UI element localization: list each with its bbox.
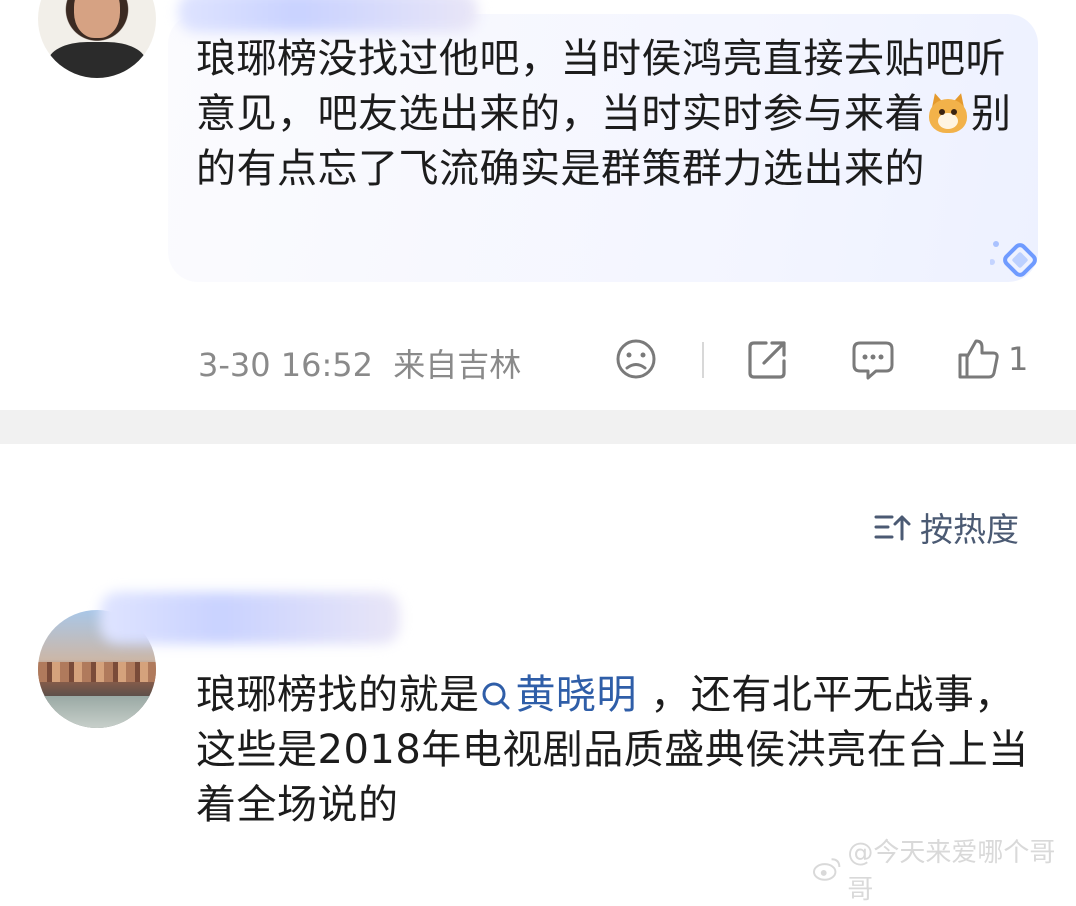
dog-emoji [925,91,971,135]
sort-by-hot-button[interactable]: 按热度 [874,505,1019,549]
mention-name: 黄晓明 [515,672,637,718]
comment-meta: 3-30 16:52 来自吉林 [198,340,521,386]
comment-text-part1: 琅琊榜没找过他吧，当时侯鸿亮直接去贴吧听意见，吧友选出来的，当时实时参与来着 [196,36,1006,137]
like-icon [958,339,999,379]
blurred-username [100,592,400,644]
diamond-badge-icon [990,241,1037,277]
mention-link[interactable]: 黄晓明 [480,672,638,718]
like-button[interactable]: 1 [956,336,1028,382]
comment-text-before: 琅琊榜找的就是 [196,672,480,718]
blurred-username [178,0,478,32]
dislike-button[interactable] [614,336,658,382]
search-icon [482,682,509,710]
share-icon [748,341,786,379]
comment-text: 琅琊榜找的就是 黄晓明 ，还有北平无战事，这些是2018年电视剧品质盛典侯洪亮在台… [196,668,1036,833]
dislike-icon [616,339,656,379]
section-separator [0,410,1076,444]
comment-button[interactable] [850,336,896,382]
watermark-text: @今天来爱哪个哥哥 [847,838,1056,905]
comment-icon [852,341,894,380]
sort-icon [874,515,911,541]
weibo-logo [812,858,841,881]
user-avatar[interactable] [38,0,156,78]
timestamp: 3-30 16:52 [198,346,374,384]
location: 来自吉林 [393,346,522,384]
watermark: @今天来爱哪个哥哥 [812,832,1076,906]
comment-text: 琅琊榜没找过他吧，当时侯鸿亮直接去贴吧听意见，吧友选出来的，当时实时参与来着 别的… [196,32,1016,197]
like-count: 1 [1008,340,1029,378]
sort-label: 按热度 [920,510,1019,549]
share-button[interactable] [746,336,790,382]
action-divider [702,342,704,378]
